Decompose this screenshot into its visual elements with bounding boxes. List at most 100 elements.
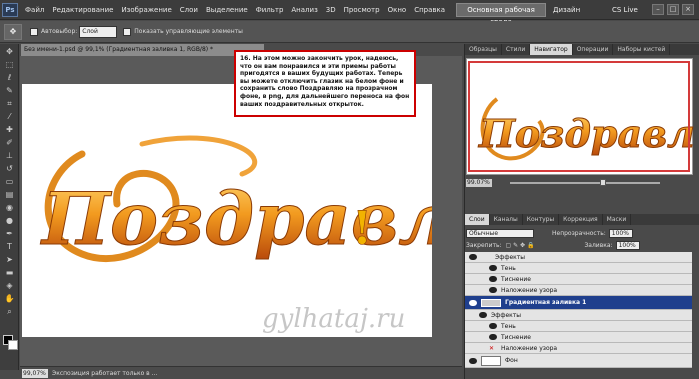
navigator-zoom-slider[interactable]: [510, 182, 660, 184]
zoom-icon[interactable]: ⌕: [2, 306, 17, 317]
tab-swatches[interactable]: Образцы: [465, 44, 502, 55]
brush-icon[interactable]: ✐: [2, 137, 17, 148]
tab-styles[interactable]: Стили: [502, 44, 531, 55]
layer-effect-row[interactable]: Тиснение: [465, 332, 692, 343]
tab-adjustments[interactable]: Коррекция: [559, 214, 603, 225]
lock-label: Закрепить:: [466, 241, 502, 249]
menu-3d[interactable]: 3D: [322, 6, 340, 14]
healing-icon[interactable]: ✚: [2, 124, 17, 135]
tab-layers[interactable]: Слои: [465, 214, 490, 225]
layer-effects-row[interactable]: Эффекты: [465, 310, 692, 321]
shape-icon[interactable]: ▬: [2, 267, 17, 278]
menu-help[interactable]: Справка: [410, 6, 449, 14]
opacity-field[interactable]: 100%: [608, 228, 633, 238]
layer-gradient-fill[interactable]: Градиентная заливка 1: [465, 296, 692, 310]
layer-effect-row[interactable]: Тень: [465, 321, 692, 332]
move-icon[interactable]: ✥: [2, 46, 17, 57]
layers-lock-row: Закрепить: ▢ ✎ ✥ 🔒 Заливка: 100%: [466, 239, 692, 251]
tab-paths[interactable]: Контуры: [523, 214, 560, 225]
fill-field[interactable]: 100%: [615, 240, 640, 250]
status-zoom-field[interactable]: 99,07%: [22, 368, 48, 378]
layer-effect-row[interactable]: Наложение узора: [465, 285, 692, 296]
fill-label: Заливка:: [584, 241, 613, 249]
effect-emboss-label: Тиснение: [501, 333, 531, 341]
navigator-zoom-knob[interactable]: [600, 179, 606, 186]
tab-brush-presets[interactable]: Наборы кистей: [613, 44, 671, 55]
crop-icon[interactable]: ⌗: [2, 98, 17, 109]
close-icon[interactable]: ×: [682, 4, 694, 15]
layer-effect-row[interactable]: Тень: [465, 263, 692, 274]
tools-panel: ✥ ⬚ ℓ ✎ ⌗ ⁄ ✚ ✐ ⊥ ↺ ▭ ▤ ◉ ● ✒ T ➤ ▬ ◈ ✋ …: [0, 44, 19, 370]
document-tab[interactable]: Без имени-1.psd @ 99,1% (Градиентная зал…: [21, 44, 264, 56]
menu-view[interactable]: Просмотр: [340, 6, 384, 14]
eye-icon[interactable]: [489, 287, 497, 293]
workspace-button[interactable]: Основная рабочая среда: [456, 3, 546, 26]
marquee-icon[interactable]: ⬚: [2, 59, 17, 70]
navigator-zoom-field[interactable]: 99.07%: [466, 179, 492, 187]
dodge-icon[interactable]: ●: [2, 215, 17, 226]
eye-icon[interactable]: [469, 254, 477, 260]
show-controls-checkbox[interactable]: [123, 27, 132, 36]
autoselect-checkbox[interactable]: [30, 27, 38, 36]
eye-icon[interactable]: [489, 334, 497, 340]
autoselect-label: Автовыбор:: [41, 28, 78, 35]
menu-window[interactable]: Окно: [384, 6, 411, 14]
eye-icon[interactable]: [469, 299, 477, 306]
menu-image[interactable]: Изображение: [117, 6, 175, 14]
layer-effect-row[interactable]: Тиснение: [465, 274, 692, 285]
canvas[interactable]: Поздравляю! ! gylhataj.ru: [22, 84, 613, 337]
eraser-icon[interactable]: ▭: [2, 176, 17, 187]
status-text: Экспозиция работает только в ...: [52, 369, 158, 377]
effects-label: Эффекты: [495, 253, 525, 261]
quick-select-icon[interactable]: ✎: [2, 85, 17, 96]
menu-bar: Ps Файл Редактирование Изображение Слои …: [0, 0, 699, 26]
navigator-view-rectangle[interactable]: [468, 61, 690, 172]
options-bar: ✥ Автовыбор: Слой Показать управляющие э…: [0, 21, 699, 43]
menu-filter[interactable]: Фильтр: [252, 6, 288, 14]
effects-label: Эффекты: [491, 311, 521, 319]
effect-shadow-label: Тень: [501, 322, 516, 330]
history-brush-icon[interactable]: ↺: [2, 163, 17, 174]
menu-analysis[interactable]: Анализ: [287, 6, 321, 14]
background-color-swatch[interactable]: [8, 340, 18, 350]
hand-icon[interactable]: ✋: [2, 293, 17, 304]
cs-live-button[interactable]: CS Live: [612, 3, 638, 17]
layer-effects-row[interactable]: Эффекты: [465, 252, 692, 263]
effect-pattern-label: Наложение узора: [501, 344, 558, 352]
eye-icon[interactable]: [489, 276, 497, 282]
lock-icon[interactable]: ▢ ✎ ✥ 🔒: [506, 242, 535, 249]
eye-icon[interactable]: [489, 265, 497, 271]
type-icon[interactable]: T: [2, 241, 17, 252]
gradient-icon[interactable]: ▤: [2, 189, 17, 200]
autoselect-dropdown[interactable]: Слой: [79, 25, 118, 38]
lasso-icon[interactable]: ℓ: [2, 72, 17, 83]
exclamation-mark: !: [352, 201, 372, 255]
menu-select[interactable]: Выделение: [202, 6, 252, 14]
eye-icon[interactable]: [479, 312, 487, 318]
pen-icon[interactable]: ✒: [2, 228, 17, 239]
eyedropper-icon[interactable]: ⁄: [2, 111, 17, 122]
minimize-icon[interactable]: –: [652, 4, 664, 15]
3d-icon[interactable]: ◈: [2, 280, 17, 291]
tab-navigator[interactable]: Навигатор: [530, 44, 573, 55]
tab-masks[interactable]: Маски: [603, 214, 632, 225]
menu-layers[interactable]: Слои: [176, 6, 202, 14]
menu-file[interactable]: Файл: [21, 6, 48, 14]
menu-edit[interactable]: Редактирование: [48, 6, 117, 14]
hidden-x-icon[interactable]: ✕: [489, 345, 501, 352]
design-button[interactable]: Дизайн: [553, 3, 580, 17]
move-tool-icon[interactable]: ✥: [4, 23, 22, 40]
eye-icon[interactable]: [469, 357, 477, 364]
blend-mode-dropdown[interactable]: Обычные: [466, 228, 534, 238]
stamp-icon[interactable]: ⊥: [2, 150, 17, 161]
eye-icon[interactable]: [489, 323, 497, 329]
path-select-icon[interactable]: ➤: [2, 254, 17, 265]
tab-channels[interactable]: Каналы: [490, 214, 523, 225]
blur-icon[interactable]: ◉: [2, 202, 17, 213]
maximize-icon[interactable]: □: [667, 4, 679, 15]
layer-background[interactable]: Фон: [465, 354, 692, 368]
canvas-artwork: Поздравляю! ! gylhataj.ru: [40, 135, 613, 334]
layer-name: Фон: [505, 357, 518, 364]
layer-effect-row[interactable]: ✕ Наложение узора: [465, 343, 692, 354]
tab-actions[interactable]: Операции: [573, 44, 614, 55]
